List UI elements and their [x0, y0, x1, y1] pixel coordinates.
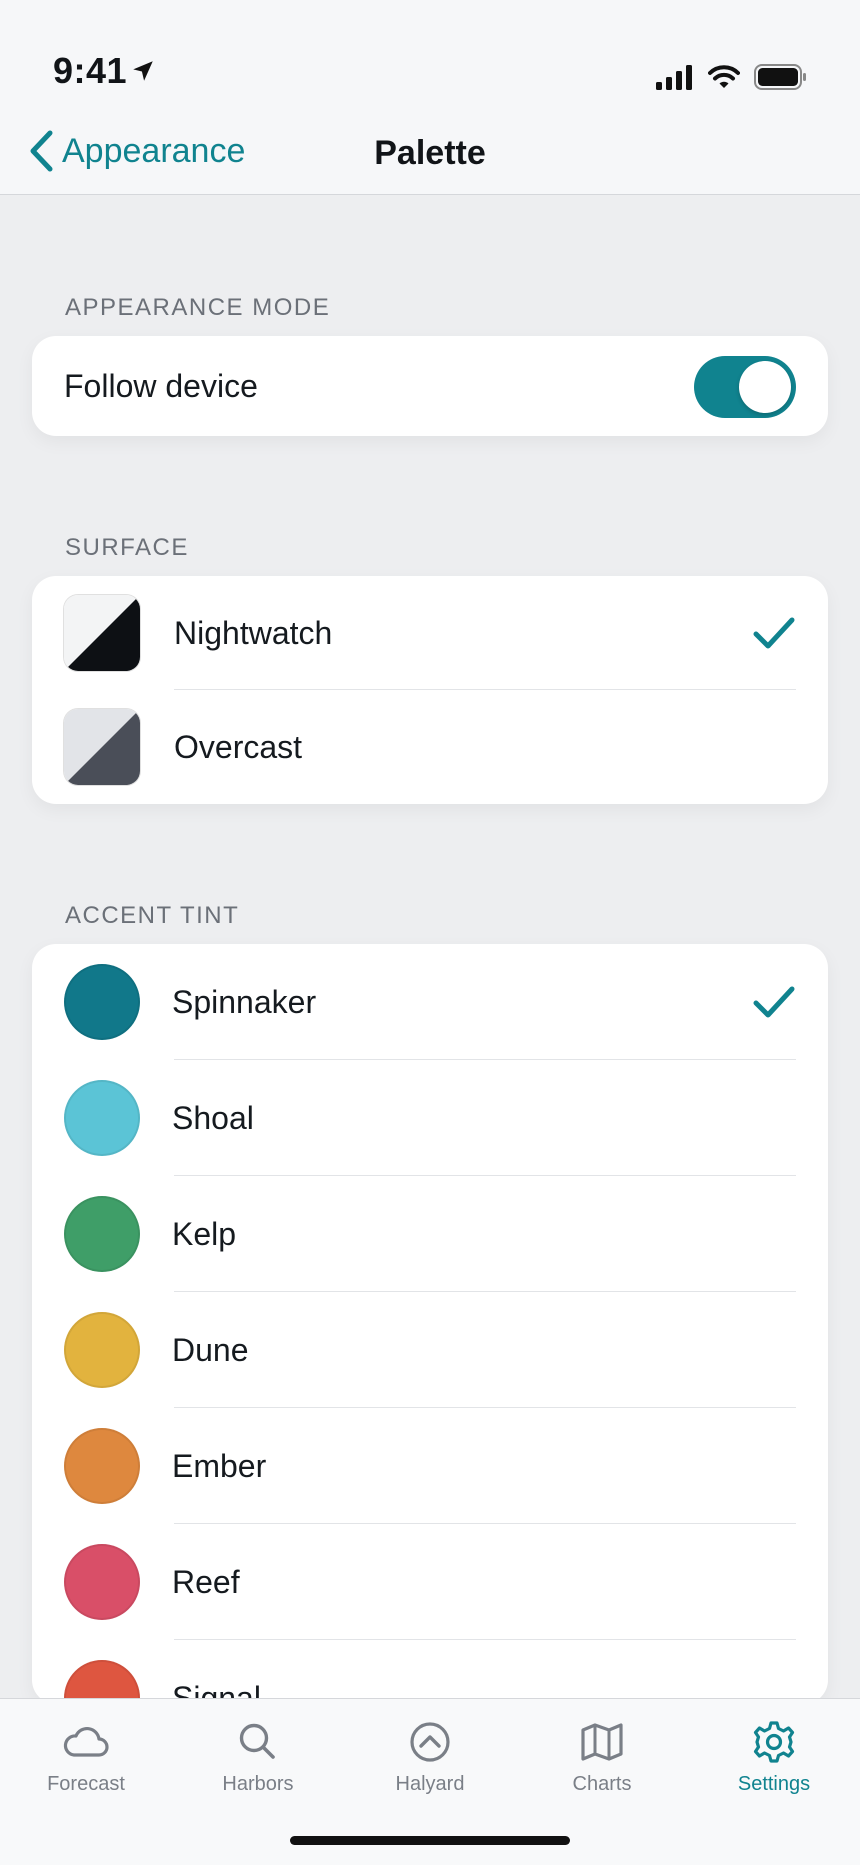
location-arrow-icon: [133, 61, 153, 81]
follow-device-label: Follow device: [64, 367, 258, 404]
tab-settings[interactable]: Settings: [704, 1721, 844, 1796]
wifi-icon: [708, 65, 740, 88]
tab-forecast[interactable]: Forecast: [16, 1721, 156, 1796]
tab-label: Harbors: [222, 1773, 294, 1795]
appearance-mode-card: Follow device: [32, 336, 828, 436]
accent-row-signal[interactable]: Signal: [32, 1640, 828, 1704]
accent-label: Kelp: [172, 1215, 237, 1252]
tab-label: Charts: [572, 1773, 632, 1795]
accent-label: Shoal: [172, 1099, 254, 1136]
accent-row-shoal[interactable]: Shoal: [32, 1060, 828, 1176]
status-icons: [656, 64, 808, 90]
navigation-bar: Appearance Palette: [0, 110, 860, 195]
arrow-up-circle-icon: [410, 1722, 450, 1762]
surface-label: Overcast: [174, 728, 303, 765]
cellular-signal-icon: [656, 65, 692, 90]
tab-label: Forecast: [47, 1773, 125, 1795]
map-icon: [581, 1723, 623, 1761]
home-indicator: [290, 1836, 570, 1845]
color-dot: [64, 1312, 140, 1388]
surface-card: Nightwatch Overcast: [32, 576, 828, 804]
color-dot: [64, 1080, 140, 1156]
follow-device-toggle[interactable]: [694, 356, 796, 418]
tab-label: Halyard: [395, 1773, 465, 1795]
gear-icon: [753, 1721, 795, 1763]
cloud-icon: [63, 1726, 109, 1757]
surface-row-overcast[interactable]: Overcast: [32, 690, 828, 804]
accent-label: Dune: [172, 1331, 249, 1368]
accent-tint-card: Spinnaker Shoal Kelp Dune Ember Reef Sig…: [32, 944, 828, 1704]
accent-label: Spinnaker: [172, 983, 317, 1020]
accent-row-dune[interactable]: Dune: [32, 1292, 828, 1408]
search-icon: [239, 1723, 275, 1759]
color-dot: [64, 1544, 140, 1620]
tab-label: Settings: [737, 1773, 811, 1795]
accent-row-spinnaker[interactable]: Spinnaker: [32, 944, 828, 1060]
toggle-knob: [739, 361, 791, 413]
accent-label: Reef: [172, 1563, 240, 1600]
accent-row-kelp[interactable]: Kelp: [32, 1176, 828, 1292]
color-dot: [64, 1428, 140, 1504]
nightwatch-swatch: [64, 595, 140, 671]
page-title: Palette: [374, 134, 486, 172]
checkmark-icon: [753, 986, 795, 1018]
surface-row-nightwatch[interactable]: Nightwatch: [32, 576, 828, 690]
color-dot: [64, 1196, 140, 1272]
accent-label: Ember: [172, 1447, 267, 1484]
status-time: 9:41: [53, 50, 128, 91]
tab-harbors[interactable]: Harbors: [188, 1721, 328, 1796]
section-header-accent-tint: ACCENT TINT: [65, 902, 240, 929]
tab-halyard[interactable]: Halyard: [360, 1721, 500, 1796]
color-dot: [64, 964, 140, 1040]
checkmark-icon: [753, 617, 795, 649]
follow-device-row[interactable]: Follow device: [32, 336, 828, 436]
accent-row-reef[interactable]: Reef: [32, 1524, 828, 1640]
tab-charts[interactable]: Charts: [532, 1721, 672, 1796]
section-header-surface: SURFACE: [65, 534, 189, 561]
section-header-appearance-mode: APPEARANCE MODE: [65, 294, 331, 321]
overcast-swatch: [64, 709, 140, 785]
surface-label: Nightwatch: [174, 614, 333, 651]
battery-icon: [754, 64, 806, 90]
status-bar: 9:41: [0, 0, 860, 110]
accent-row-ember[interactable]: Ember: [32, 1408, 828, 1524]
